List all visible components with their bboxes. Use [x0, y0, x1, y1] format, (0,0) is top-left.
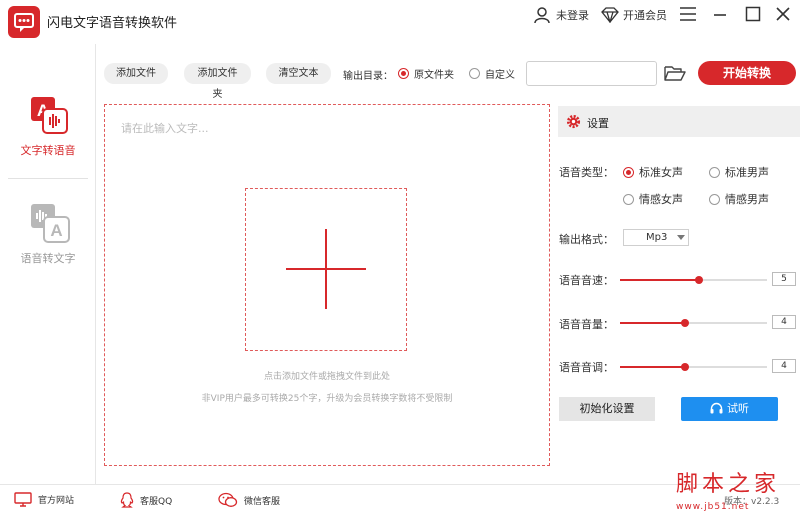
radio-checked-icon — [623, 166, 634, 178]
pitch-label: 语音音调： — [559, 361, 614, 374]
text-placeholder: 请在此输入文字... — [121, 122, 209, 135]
hamburger-icon — [680, 7, 696, 21]
minimize-button[interactable] — [709, 3, 731, 25]
voice-type-label: 语音类型： — [559, 166, 614, 179]
maximize-icon — [745, 6, 761, 22]
close-icon — [776, 7, 790, 21]
app-logo-icon — [8, 6, 40, 38]
minimize-icon — [714, 14, 726, 16]
pitch-slider[interactable] — [620, 363, 767, 371]
login-link[interactable]: 未登录 — [533, 6, 589, 24]
output-custom-radio[interactable]: 自定义 — [469, 66, 515, 81]
qq-penguin-icon — [120, 492, 134, 508]
wechat-label: 微信客服 — [244, 496, 281, 507]
monitor-icon — [14, 492, 32, 507]
format-select[interactable]: Mp3 — [623, 229, 689, 246]
official-website-link[interactable]: 官方网站 — [14, 492, 74, 507]
output-path-input[interactable] — [526, 61, 657, 86]
menu-button[interactable] — [677, 3, 699, 25]
diamond-icon — [601, 7, 619, 23]
voice-option-label: 情感男声 — [725, 193, 769, 206]
volume-slider[interactable] — [620, 319, 767, 327]
maximize-button[interactable] — [742, 3, 764, 25]
qq-label: 客服QQ — [140, 496, 173, 507]
slider-handle[interactable] — [681, 319, 689, 327]
radio-unchecked-icon — [469, 68, 480, 79]
listen-label: 试听 — [727, 402, 749, 415]
text-to-speech-icon: A — [31, 97, 68, 134]
slider-handle[interactable] — [681, 363, 689, 371]
slider-handle[interactable] — [695, 276, 703, 284]
user-icon — [534, 7, 550, 24]
vip-limit-hint: 非VIP用户最多可转换25个字，升级为会员转换字数将不受限制 — [201, 394, 453, 404]
sidebar-item-text-to-speech[interactable]: A 文字转语音 — [0, 90, 96, 160]
slider-fill — [620, 279, 699, 281]
voice-option-emotional-male[interactable]: 情感男声 — [709, 191, 769, 207]
slider-fill — [620, 366, 685, 368]
svg-text:A: A — [50, 221, 62, 240]
chevron-down-icon — [677, 235, 685, 240]
sidebar-item-speech-to-text[interactable]: A 语音转文字 — [0, 198, 96, 268]
app-title: 闪电文字语音转换软件 — [47, 16, 178, 31]
voice-option-label: 标准女声 — [639, 166, 683, 179]
sidebar-item-label: 语音转文字 — [20, 252, 76, 265]
radio-checked-icon — [398, 68, 409, 79]
watermark-url: www.jb51.net — [676, 502, 750, 512]
listen-button[interactable]: 试听 — [681, 397, 778, 421]
output-dir-label: 输出目录： — [343, 71, 393, 82]
format-label: 输出格式： — [559, 233, 614, 246]
voice-option-emotional-female[interactable]: 情感女声 — [623, 191, 683, 207]
plus-icon-vertical — [325, 229, 327, 309]
add-folder-button[interactable]: 添加文件夹 — [184, 63, 251, 100]
voice-option-standard-male[interactable]: 标准男声 — [709, 164, 769, 180]
vip-link[interactable]: 开通会员 — [601, 6, 667, 24]
clear-text-button[interactable]: 清空文本 — [266, 63, 331, 84]
folder-open-icon — [664, 66, 686, 81]
gear-icon — [566, 114, 581, 129]
voice-option-standard-female[interactable]: 标准女声 — [623, 164, 683, 180]
close-button[interactable] — [772, 3, 794, 25]
volume-label: 语音音量： — [559, 318, 614, 331]
start-convert-button[interactable]: 开始转换 — [698, 61, 796, 85]
speed-slider[interactable] — [620, 276, 767, 284]
drop-hint-text: 点击添加文件或拖拽文件到此处 — [263, 372, 390, 382]
reset-settings-button[interactable]: 初始化设置 — [559, 397, 655, 421]
format-value: Mp3 — [646, 232, 668, 243]
voice-option-label: 标准男声 — [725, 166, 769, 179]
pitch-value[interactable]: 4 — [772, 359, 796, 373]
speed-value[interactable]: 5 — [772, 272, 796, 286]
radio-unchecked-icon — [623, 193, 634, 205]
watermark-logo: 脚本之家 — [676, 472, 781, 497]
support-qq-link[interactable]: 客服QQ — [120, 492, 172, 508]
sidebar-item-label: 文字转语音 — [20, 144, 76, 157]
browse-folder-button[interactable] — [664, 64, 686, 85]
voice-option-label: 情感女声 — [639, 193, 683, 206]
volume-value[interactable]: 4 — [772, 315, 796, 329]
vip-label: 开通会员 — [623, 9, 667, 22]
sidebar-divider — [8, 178, 88, 179]
login-label: 未登录 — [556, 9, 589, 22]
wechat-icon — [218, 492, 238, 507]
settings-title: 设置 — [587, 117, 609, 130]
slider-fill — [620, 322, 685, 324]
speed-label: 语音音速： — [559, 274, 614, 287]
radio-label: 自定义 — [485, 70, 515, 81]
speech-to-text-icon: A — [31, 204, 70, 243]
output-original-radio[interactable]: 原文件夹 — [398, 66, 454, 81]
radio-unchecked-icon — [709, 166, 720, 178]
support-wechat-link[interactable]: 微信客服 — [218, 492, 280, 508]
radio-label: 原文件夹 — [414, 70, 454, 81]
website-label: 官方网站 — [38, 496, 75, 506]
radio-unchecked-icon — [709, 193, 720, 205]
headphones-icon — [710, 402, 723, 414]
add-file-button[interactable]: 添加文件 — [104, 63, 168, 84]
